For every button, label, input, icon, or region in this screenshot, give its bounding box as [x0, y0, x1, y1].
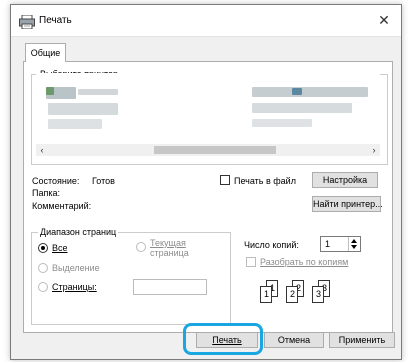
printer-icon-blurred — [48, 103, 118, 115]
copies-label: Число копий: — [244, 240, 299, 250]
spin-down-icon[interactable] — [351, 245, 357, 249]
printer-icon — [19, 15, 35, 29]
radio-selection[interactable] — [38, 263, 48, 273]
scroll-left-icon[interactable]: ‹ — [36, 144, 48, 156]
comment-label: Комментарий: — [32, 201, 92, 211]
folder-label: Папка: — [32, 188, 60, 198]
radio-selection-label: Выделение — [52, 263, 100, 273]
copies-spin[interactable] — [348, 237, 360, 251]
title-bar: Печать ✕ — [11, 5, 401, 37]
printer-icon-blurred — [292, 88, 302, 95]
copies-stepper[interactable]: 1 — [320, 236, 361, 252]
printer-icon-blurred — [48, 119, 102, 129]
tab-general[interactable]: Общие — [25, 43, 66, 62]
printer-icon-blurred — [46, 87, 54, 95]
printer-group: Выберите принтер ‹ — [31, 69, 388, 165]
print-to-file-label[interactable]: Печать в файл — [234, 176, 296, 186]
status-label: Состояние: — [32, 176, 80, 186]
print-button-highlight — [183, 323, 263, 355]
current-page-label-line1: Текущая — [150, 238, 186, 248]
printer-icon-blurred — [252, 87, 368, 97]
radio-current-page[interactable] — [136, 242, 146, 252]
radio-pages-label[interactable]: Страницы: — [52, 282, 97, 292]
status-value: Готов — [92, 176, 115, 186]
find-printer-button[interactable]: Найти принтер... — [312, 196, 383, 212]
printer-name-blurred — [252, 103, 352, 113]
close-button[interactable]: ✕ — [375, 11, 393, 29]
collate-page-front: 2 — [286, 286, 298, 303]
window-title: Печать — [39, 15, 72, 26]
print-to-file-checkbox[interactable] — [220, 175, 230, 185]
radio-all-label[interactable]: Все — [52, 243, 68, 253]
general-panel: Выберите принтер ‹ — [23, 61, 393, 333]
apply-button[interactable]: Применить — [329, 332, 395, 348]
page-range-legend: Диапазон страниц — [38, 227, 119, 238]
collate-illustration: 1 1 2 2 3 3 — [260, 280, 350, 310]
print-dialog: Печать ✕ Общие Выберите принтер — [10, 4, 402, 360]
page-range-group: Диапазон страниц Все Текущая страница Вы… — [31, 227, 231, 325]
collate-label: Разобрать по копиям — [260, 257, 349, 267]
copies-value[interactable]: 1 — [325, 239, 330, 249]
scroll-thumb[interactable] — [154, 146, 276, 154]
radio-pages[interactable] — [38, 282, 48, 292]
settings-button[interactable]: Настройка — [312, 172, 378, 188]
printer-list-scrollbar[interactable]: ‹ › — [36, 144, 380, 156]
scroll-right-icon[interactable]: › — [368, 144, 380, 156]
printer-name-blurred — [252, 119, 312, 127]
printer-name-blurred — [78, 89, 118, 95]
collate-checkbox[interactable] — [246, 257, 256, 267]
printer-list[interactable]: ‹ › — [36, 73, 380, 156]
printer-item[interactable] — [44, 85, 124, 145]
current-page-label-line2: страница — [150, 248, 189, 258]
collate-page-front: 1 — [260, 286, 272, 303]
collate-page-front: 3 — [312, 286, 324, 303]
cancel-button[interactable]: Отмена — [264, 332, 324, 348]
spin-up-icon[interactable] — [351, 239, 357, 243]
radio-all[interactable] — [38, 243, 48, 253]
pages-input[interactable] — [133, 279, 207, 295]
printer-item[interactable] — [252, 85, 372, 145]
